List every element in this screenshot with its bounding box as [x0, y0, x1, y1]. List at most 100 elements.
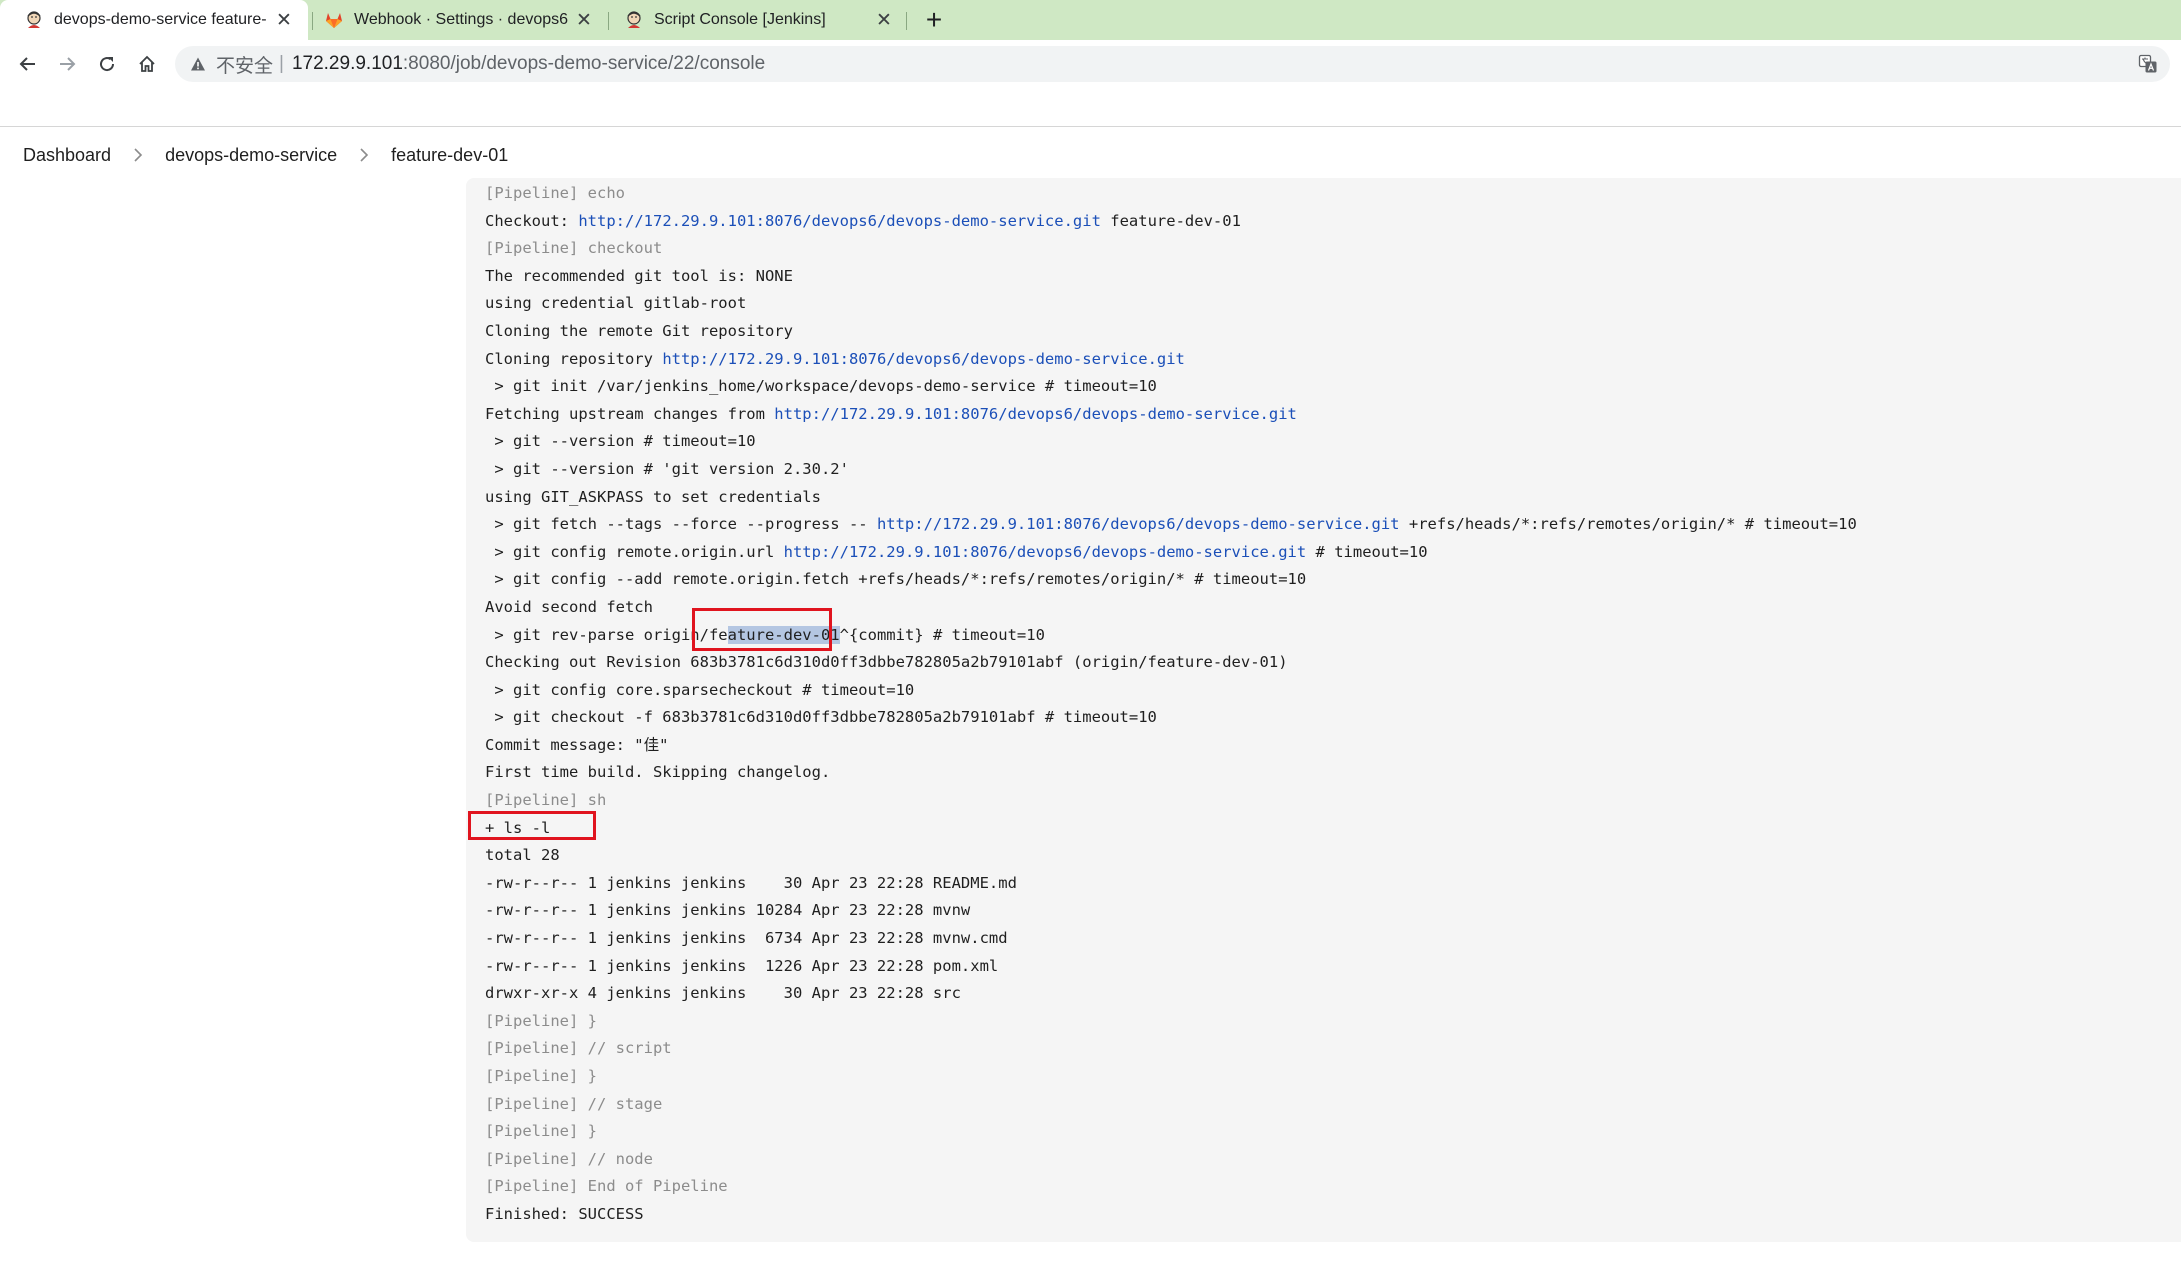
console-line-text: > git --version # 'git version 2.30.2': [485, 459, 849, 478]
console-line: > git --version # timeout=10: [485, 428, 1857, 456]
chevron-right-icon: [359, 148, 369, 162]
console-line-text: > git rev-parse origin/fe: [485, 625, 728, 644]
security-label[interactable]: 不安全: [216, 51, 273, 78]
console-line: [Pipeline] }: [485, 1008, 1857, 1036]
home-button[interactable]: [131, 48, 163, 80]
console-line: > git init /var/jenkins_home/workspace/d…: [485, 373, 1857, 401]
console-line: Fetching upstream changes from http://17…: [485, 401, 1857, 429]
console-line: > git config core.sparsecheckout # timeo…: [485, 677, 1857, 705]
console-line: -rw-r--r-- 1 jenkins jenkins 6734 Apr 23…: [485, 925, 1857, 953]
console-repo-link[interactable]: http://172.29.9.101:8076/devops6/devops-…: [662, 350, 1185, 368]
console-line-text: > git config --add remote.origin.fetch +…: [485, 570, 1307, 589]
breadcrumb-job[interactable]: devops-demo-service: [165, 145, 337, 166]
console-line-text: The recommended git tool is: NONE: [485, 266, 793, 285]
console-line: [Pipeline] sh: [485, 787, 1857, 815]
console-line-text: Checking out Revision 683b3781c6d310d0ff…: [485, 653, 1288, 672]
console-line: First time build. Skipping changelog.: [485, 759, 1857, 787]
console-line-text: [Pipeline] End of Pipeline: [485, 1177, 728, 1196]
warning-icon: [190, 56, 210, 72]
translate-icon[interactable]: [2138, 54, 2158, 74]
console-line: [Pipeline] checkout: [485, 235, 1857, 263]
close-tab-icon[interactable]: ✕: [272, 8, 296, 32]
close-tab-icon[interactable]: ✕: [872, 8, 896, 32]
tab-devops-demo-service[interactable]: devops-demo-service feature- ✕: [0, 0, 308, 40]
address-bar[interactable]: 不安全 | 172.29.9.101 :8080/job/devops-demo…: [175, 46, 2170, 82]
tab-title: devops-demo-service feature-: [54, 11, 267, 28]
console-line-text: > git config remote.origin.url: [485, 542, 784, 561]
close-tab-icon[interactable]: ✕: [572, 8, 596, 32]
console-line: Checking out Revision 683b3781c6d310d0ff…: [485, 649, 1857, 677]
console-line-text: Finished: SUCCESS: [485, 1204, 644, 1223]
console-line-text: -rw-r--r-- 1 jenkins jenkins 10284 Apr 2…: [485, 901, 971, 920]
console-line-suffix: # timeout=10: [1306, 542, 1428, 561]
console-line-text: > git --version # timeout=10: [485, 432, 756, 451]
console-line-text: using credential gitlab-root: [485, 294, 747, 313]
console-line: > git fetch --tags --force --progress --…: [485, 511, 1857, 539]
breadcrumb-dashboard[interactable]: Dashboard: [23, 145, 111, 166]
console-repo-link[interactable]: http://172.29.9.101:8076/devops6/devops-…: [578, 212, 1101, 230]
gitlab-icon: [324, 10, 344, 30]
tab-strip: devops-demo-service feature- ✕ Webhook ·…: [0, 0, 2181, 40]
selected-text: ature-dev-01: [727, 625, 840, 644]
console-line-text: total 28: [485, 846, 560, 865]
console-line-text: -rw-r--r-- 1 jenkins jenkins 30 Apr 23 2…: [485, 873, 1017, 892]
console-line: -rw-r--r-- 1 jenkins jenkins 30 Apr 23 2…: [485, 870, 1857, 898]
console-line: [Pipeline] End of Pipeline: [485, 1173, 1857, 1201]
console-repo-link[interactable]: http://172.29.9.101:8076/devops6/devops-…: [877, 515, 1400, 533]
url-path: :8080/job/devops-demo-service/22/console: [402, 53, 766, 74]
console-line: > git config remote.origin.url http://17…: [485, 539, 1857, 567]
console-line-text: -rw-r--r-- 1 jenkins jenkins 1226 Apr 23…: [485, 956, 999, 975]
console-line-text: using GIT_ASKPASS to set credentials: [485, 487, 821, 506]
console-line-suffix: ^{commit} # timeout=10: [839, 625, 1045, 644]
tab-title: Script Console [Jenkins]: [654, 11, 826, 28]
console-line-text: -rw-r--r-- 1 jenkins jenkins 6734 Apr 23…: [485, 929, 1008, 948]
console-line-text: [Pipeline] sh: [485, 791, 607, 810]
console-repo-link[interactable]: http://172.29.9.101:8076/devops6/devops-…: [774, 405, 1297, 423]
back-button[interactable]: [12, 48, 44, 80]
console-line: [Pipeline] // script: [485, 1035, 1857, 1063]
console-line: [Pipeline] }: [485, 1118, 1857, 1146]
console-line-text: Cloning repository: [485, 349, 663, 368]
breadcrumb-branch[interactable]: feature-dev-01: [391, 145, 508, 166]
console-line: [Pipeline] // stage: [485, 1091, 1857, 1119]
arrow-right-icon: [60, 57, 76, 71]
arrow-left-icon: [19, 57, 35, 71]
console-line: using GIT_ASKPASS to set credentials: [485, 484, 1857, 512]
console-line: > git rev-parse origin/feature-dev-01^{c…: [485, 622, 1857, 650]
console-repo-link[interactable]: http://172.29.9.101:8076/devops6/devops-…: [784, 543, 1307, 561]
console-line: Commit message: "佳": [485, 732, 1857, 760]
home-icon: [139, 55, 155, 72]
new-tab-button[interactable]: +: [920, 4, 948, 35]
console-line-text: Avoid second fetch: [485, 597, 653, 616]
header-divider: [0, 126, 2181, 127]
jenkins-icon: [24, 10, 44, 30]
forward-button[interactable]: [51, 48, 83, 80]
console-line-suffix: +refs/heads/*:refs/remotes/origin/* # ti…: [1399, 515, 1857, 534]
console-line: total 28: [485, 842, 1857, 870]
console-line: Checkout: http://172.29.9.101:8076/devop…: [485, 208, 1857, 236]
reload-icon: [100, 57, 115, 72]
console-line: Cloning the remote Git repository: [485, 318, 1857, 346]
console-line-text: [Pipeline] // stage: [485, 1094, 663, 1113]
reload-button[interactable]: [91, 48, 123, 80]
browser-toolbar: 不安全 | 172.29.9.101 :8080/job/devops-demo…: [0, 40, 2181, 88]
console-line: The recommended git tool is: NONE: [485, 263, 1857, 291]
tab-webhook-settings[interactable]: Webhook · Settings · devops6 ✕: [300, 0, 608, 40]
console-line-suffix: feature-dev-01: [1100, 211, 1241, 230]
console-line: > git --version # 'git version 2.30.2': [485, 456, 1857, 484]
chevron-right-icon: [133, 148, 143, 162]
console-line: drwxr-xr-x 4 jenkins jenkins 30 Apr 23 2…: [485, 980, 1857, 1008]
console-line: -rw-r--r-- 1 jenkins jenkins 10284 Apr 2…: [485, 897, 1857, 925]
console-line: > git checkout -f 683b3781c6d310d0ff3dbb…: [485, 704, 1857, 732]
console-line: [Pipeline] }: [485, 1063, 1857, 1091]
console-line-text: drwxr-xr-x 4 jenkins jenkins 30 Apr 23 2…: [485, 984, 961, 1003]
console-line-text: [Pipeline] // script: [485, 1039, 672, 1058]
console-lines: [Pipeline] echo Checkout: http://172.29.9…: [485, 180, 1857, 1229]
console-line: Finished: SUCCESS: [485, 1201, 1857, 1229]
console-line: [Pipeline] echo: [485, 180, 1857, 208]
console-line-text: + ls -l: [485, 818, 551, 837]
console-line-text: First time build. Skipping changelog.: [485, 763, 831, 782]
jenkins-icon: [624, 10, 644, 30]
console-line-text: > git init /var/jenkins_home/workspace/d…: [485, 377, 1157, 396]
tab-script-console[interactable]: Script Console [Jenkins] ✕: [600, 0, 908, 40]
